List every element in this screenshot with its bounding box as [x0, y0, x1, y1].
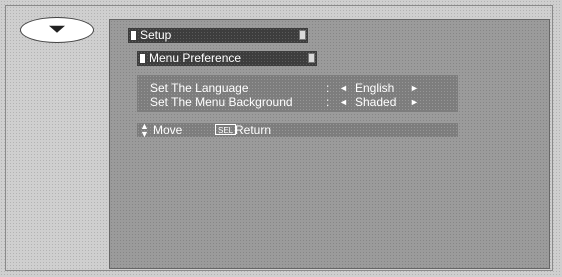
option-separator: :: [326, 81, 330, 95]
right-arrow-icon[interactable]: ►: [410, 95, 419, 109]
setup-title: Setup: [140, 28, 172, 42]
return-hint-label: Return: [235, 123, 272, 137]
sel-button-icon: SEL: [215, 124, 237, 135]
options-panel: Set The Language : ◄ English ► Set The M…: [137, 75, 458, 112]
right-arrow-icon[interactable]: ►: [410, 81, 419, 95]
menu-marker-icon: [140, 54, 145, 63]
chevron-down-icon: [49, 25, 65, 33]
osd-screen: Setup Menu Preference Set The Language :…: [109, 19, 550, 269]
option-separator: :: [326, 95, 330, 109]
updown-arrows-icon: ▲ ▼: [140, 121, 149, 139]
option-value: Shaded: [355, 95, 397, 109]
scroll-end-icon: [308, 53, 315, 63]
menu-preference-title: Menu Preference: [149, 51, 242, 65]
option-label: Set The Menu Background: [150, 95, 293, 109]
option-label: Set The Language: [150, 81, 249, 95]
setup-menu-bar[interactable]: Setup: [128, 28, 308, 43]
left-arrow-icon[interactable]: ◄: [339, 81, 348, 95]
menu-preference-bar[interactable]: Menu Preference: [137, 51, 317, 66]
option-value: English: [355, 81, 395, 95]
navigation-hint-bar: ▲ ▼ Move SEL Return: [137, 121, 458, 139]
left-arrow-icon[interactable]: ◄: [339, 95, 348, 109]
move-hint-label: Move: [153, 123, 183, 137]
menu-marker-icon: [131, 31, 136, 40]
menu-toggle-button[interactable]: [20, 17, 94, 43]
scroll-end-icon: [299, 30, 306, 40]
